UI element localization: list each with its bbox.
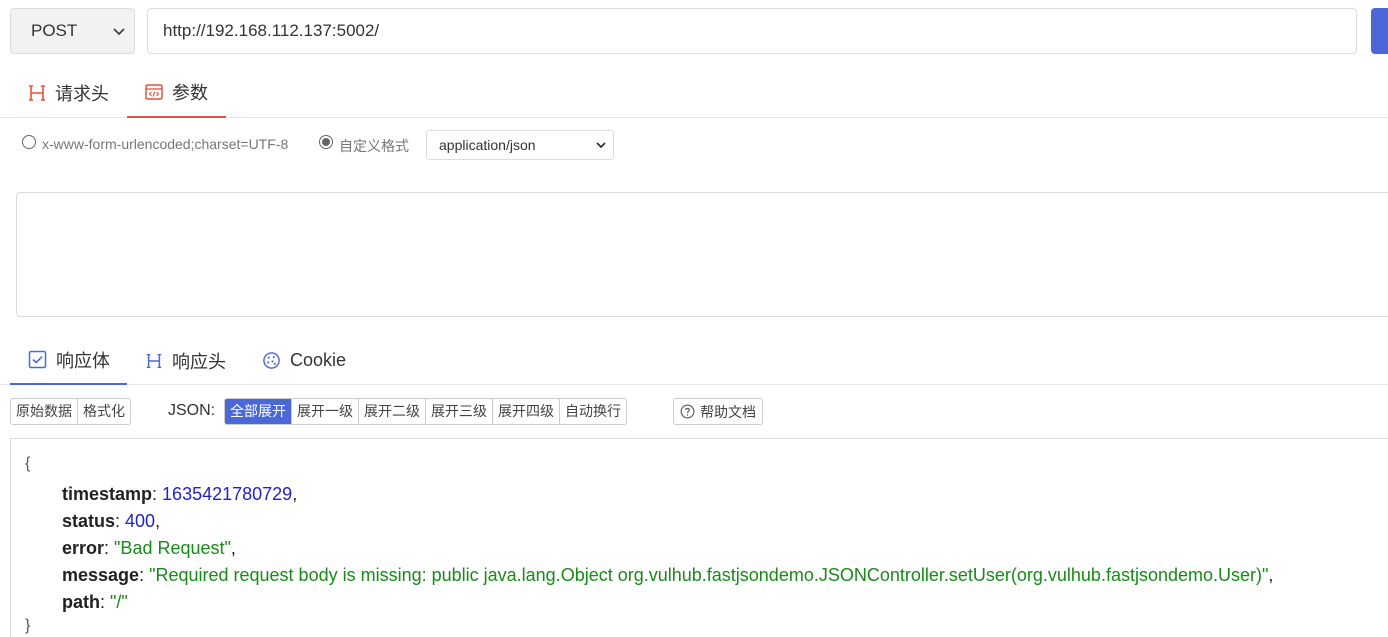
checkbox-icon xyxy=(28,350,47,369)
method-select[interactable]: POST xyxy=(10,8,135,54)
json-open-brace: { xyxy=(25,455,31,472)
method-value: POST xyxy=(31,21,78,40)
json-value: "Required request body is missing: publi… xyxy=(149,565,1269,585)
radio-urlencoded[interactable] xyxy=(22,135,36,149)
url-input[interactable]: http://192.168.112.137:5002/ xyxy=(147,8,1357,54)
help-docs-button[interactable]: 帮助文档 xyxy=(673,398,763,425)
word-wrap-button[interactable]: 自动换行 xyxy=(560,399,626,424)
json-response-view: { timestamp: 1635421780729, status: 400,… xyxy=(10,438,1388,637)
tab-label: 响应体 xyxy=(56,350,110,371)
tab-request-headers[interactable]: 请求头 xyxy=(27,68,109,118)
json-value: "/" xyxy=(110,592,128,612)
header-h-icon xyxy=(146,353,162,368)
expand-level-group: 全部展开 展开一级 展开二级 展开三级 展开四级 自动换行 xyxy=(224,398,627,425)
expand-level-2-button[interactable]: 展开二级 xyxy=(359,399,426,424)
body-format-row: x-www-form-urlencoded;charset=UTF-8 自定义格… xyxy=(0,128,1388,162)
json-key: error xyxy=(62,538,105,558)
json-field-timestamp: timestamp: 1635421780729, xyxy=(62,484,298,504)
send-button[interactable] xyxy=(1371,8,1388,54)
json-value: 400 xyxy=(125,511,156,531)
radio-custom-format-label: 自定义格式 xyxy=(339,138,409,154)
json-field-error: error: "Bad Request", xyxy=(62,538,236,558)
expand-level-4-button[interactable]: 展开四级 xyxy=(493,399,560,424)
chevron-down-icon xyxy=(596,142,606,149)
tab-response-body[interactable]: 响应体 xyxy=(10,336,127,385)
help-circle-icon xyxy=(680,404,695,419)
response-tabs: 响应体 响应头 Cookie xyxy=(0,336,1388,385)
json-field-status: status: 400, xyxy=(62,511,161,531)
content-type-value: application/json xyxy=(439,137,536,153)
tab-label: 参数 xyxy=(172,83,208,103)
expand-all-button[interactable]: 全部展开 xyxy=(225,399,292,424)
content-type-select[interactable]: application/json xyxy=(426,130,614,160)
json-key: status xyxy=(62,511,116,531)
view-mode-group: 原始数据 格式化 xyxy=(10,398,131,425)
tab-response-headers[interactable]: 响应头 xyxy=(145,336,226,385)
json-field-path: path: "/" xyxy=(62,592,128,612)
chevron-down-icon xyxy=(113,28,125,36)
json-key: path xyxy=(62,592,100,612)
request-body-textarea[interactable] xyxy=(16,192,1388,317)
expand-level-1-button[interactable]: 展开一级 xyxy=(292,399,359,424)
header-h-icon xyxy=(29,85,45,101)
json-close-brace: } xyxy=(25,617,31,634)
help-label: 帮助文档 xyxy=(700,403,756,420)
view-formatted-button[interactable]: 格式化 xyxy=(78,399,130,424)
tab-params[interactable]: 参数 xyxy=(127,68,226,118)
json-key: timestamp xyxy=(62,484,153,504)
expand-level-3-button[interactable]: 展开三级 xyxy=(426,399,493,424)
tab-label: Cookie xyxy=(290,350,347,370)
view-raw-button[interactable]: 原始数据 xyxy=(11,399,78,424)
response-toolbar: 原始数据 格式化 JSON: 全部展开 展开一级 展开二级 展开三级 展开四级 … xyxy=(0,398,1388,426)
code-window-icon xyxy=(145,84,163,100)
json-value: 1635421780729 xyxy=(162,484,293,504)
cookie-icon xyxy=(263,352,280,369)
radio-urlencoded-label: x-www-form-urlencoded;charset=UTF-8 xyxy=(42,136,289,152)
url-value: http://192.168.112.137:5002/ xyxy=(163,21,380,40)
json-field-message: message: "Required request body is missi… xyxy=(62,565,1274,585)
request-tabs: 请求头 参数 xyxy=(0,68,1388,118)
radio-custom-format[interactable] xyxy=(319,135,333,149)
json-label: JSON: xyxy=(168,402,216,419)
tab-cookie[interactable]: Cookie xyxy=(262,336,346,385)
tab-label: 请求头 xyxy=(55,84,109,104)
json-key: message xyxy=(62,565,140,585)
tab-label: 响应头 xyxy=(172,351,226,372)
json-value: "Bad Request" xyxy=(114,538,231,558)
